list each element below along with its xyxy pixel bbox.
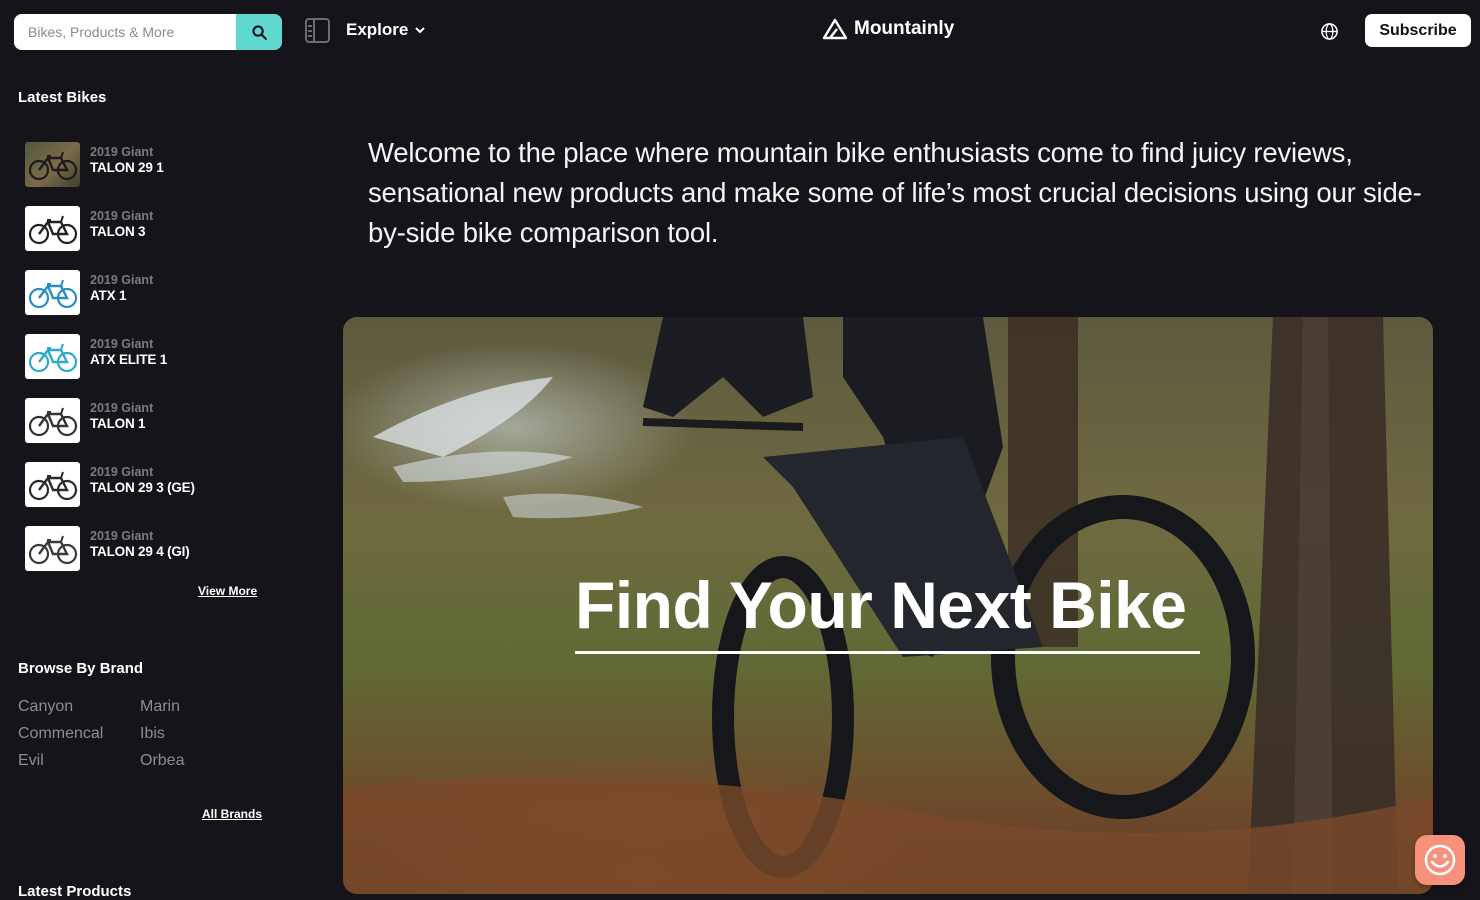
bike-year: 2019 Giant <box>90 209 154 223</box>
page: Explore Mountainly Subscribe Latest Bike… <box>0 0 1480 900</box>
brand-link[interactable]: Commencal <box>18 723 140 744</box>
search-input[interactable] <box>14 14 236 50</box>
bike-thumbnail-icon <box>25 205 80 251</box>
logo-text: Mountainly <box>854 18 955 39</box>
subscribe-button[interactable]: Subscribe <box>1365 14 1471 47</box>
all-brands-link[interactable]: All Brands <box>202 807 262 821</box>
bike-year: 2019 Giant <box>90 273 154 287</box>
bike-list-item[interactable]: 2019 Giant TALON 3 <box>25 196 285 260</box>
brand-link[interactable]: Canyon <box>18 696 140 717</box>
bike-thumbnail-icon <box>25 333 80 379</box>
site-logo[interactable]: Mountainly <box>822 18 954 40</box>
bike-thumbnail-icon <box>25 461 80 507</box>
bike-thumbnail-icon <box>25 269 80 315</box>
bike-year: 2019 Giant <box>90 145 154 159</box>
bike-text: 2019 Giant TALON 29 3 (GE) <box>90 464 195 496</box>
explore-menu[interactable]: Explore <box>346 20 426 40</box>
hero-image[interactable]: Find Your Next Bike <box>343 317 1433 894</box>
bike-text: 2019 Giant TALON 29 1 <box>90 144 164 176</box>
mountain-logo-icon <box>822 18 848 40</box>
bike-text: 2019 Giant ATX 1 <box>90 272 153 304</box>
bike-model: TALON 29 1 <box>90 160 164 175</box>
bike-text: 2019 Giant TALON 1 <box>90 400 153 432</box>
bike-text: 2019 Giant ATX ELITE 1 <box>90 336 167 368</box>
sidebar-toggle-icon[interactable] <box>305 18 330 43</box>
bike-model: ATX ELITE 1 <box>90 352 168 367</box>
bike-year: 2019 Giant <box>90 465 154 479</box>
search-icon <box>251 24 267 40</box>
chevron-down-icon <box>415 27 426 34</box>
brand-link[interactable]: Marin <box>140 696 218 717</box>
bike-model: TALON 29 4 (GI) <box>90 544 190 559</box>
browse-by-brand-heading: Browse By Brand <box>18 660 144 677</box>
bike-model: TALON 1 <box>90 416 146 431</box>
view-more-link[interactable]: View More <box>198 584 257 598</box>
latest-bikes-heading: Latest Bikes <box>18 89 107 106</box>
brand-link[interactable]: Ibis <box>140 723 218 744</box>
hero-title-link[interactable]: Find Your Next Bike <box>575 569 1200 654</box>
brand-link[interactable]: Evil <box>18 750 140 771</box>
globe-icon[interactable] <box>1320 22 1339 41</box>
bike-list-item[interactable]: 2019 Giant ATX 1 <box>25 260 285 324</box>
bike-list-item[interactable]: 2019 Giant TALON 29 1 <box>25 132 285 196</box>
search-button[interactable] <box>236 14 282 50</box>
latest-products-heading: Latest Products <box>18 883 132 900</box>
bike-text: 2019 Giant TALON 29 4 (GI) <box>90 528 190 560</box>
bike-model: TALON 3 <box>90 224 146 239</box>
bike-list-item[interactable]: 2019 Giant TALON 29 3 (GE) <box>25 452 285 516</box>
brand-list: Canyon Marin Commencal Ibis Evil Orbea <box>18 696 218 771</box>
latest-bikes-list: 2019 Giant TALON 29 1 2019 Giant TALON 3 201… <box>25 132 285 580</box>
bike-thumbnail-icon <box>25 141 80 187</box>
bike-model: TALON 29 3 (GE) <box>90 480 195 495</box>
bike-model: ATX 1 <box>90 288 127 303</box>
bike-thumbnail-icon <box>25 525 80 571</box>
smiley-icon <box>1424 844 1456 876</box>
bike-list-item[interactable]: 2019 Giant TALON 1 <box>25 388 285 452</box>
bike-thumbnail-icon <box>25 397 80 443</box>
bike-year: 2019 Giant <box>90 529 154 543</box>
bike-year: 2019 Giant <box>90 401 154 415</box>
explore-label: Explore <box>346 20 409 39</box>
bike-text: 2019 Giant TALON 3 <box>90 208 153 240</box>
bike-list-item[interactable]: 2019 Giant ATX ELITE 1 <box>25 324 285 388</box>
brand-link[interactable]: Orbea <box>140 750 218 771</box>
intro-text: Welcome to the place where mountain bike… <box>368 137 1422 248</box>
bike-year: 2019 Giant <box>90 337 154 351</box>
chat-widget-button[interactable] <box>1415 835 1465 885</box>
search-bar <box>14 14 282 50</box>
bike-list-item[interactable]: 2019 Giant TALON 29 4 (GI) <box>25 516 285 580</box>
